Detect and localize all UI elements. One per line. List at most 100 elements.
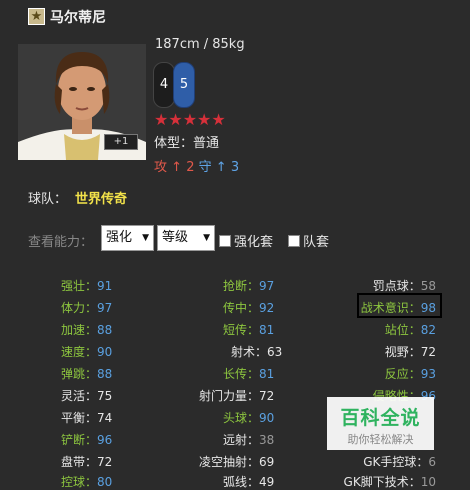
stat-value: 72 [420,345,436,359]
stat-volley: 凌空抽射：69 [199,453,274,470]
checkbox-icon[interactable] [288,235,300,247]
stat-label: 强壮： [61,279,98,293]
stat-label: GK脚下技术： [343,475,421,489]
stat-standing-tackle: 抢断：97 [223,277,274,294]
stat-value: 63 [267,345,283,359]
checkbox-icon[interactable] [219,235,231,247]
highlight-box [357,293,442,318]
stat-value: 75 [97,389,113,403]
stat-label: 站位： [384,323,421,337]
stat-value: 93 [420,367,436,381]
stat-value: 80 [97,475,113,489]
stat-label: 罚点球： [372,279,421,293]
stat-long-shot: 远射：38 [223,431,274,448]
stat-value: 72 [259,389,275,403]
stat-stamina: 体力：97 [61,299,112,316]
stat-agility: 灵活：75 [61,387,112,404]
stat-value: 82 [420,323,436,337]
stat-label: 视野： [384,345,421,359]
stat-value: 97 [97,301,113,315]
stat-label: 射门力量： [199,389,260,403]
up-arrow-icon: ↑ [215,160,227,175]
team-set-label: 队套 [303,235,330,250]
dropdown-arrow-icon: ▼ [203,233,210,243]
stat-value: 91 [97,279,113,293]
stat-jumping: 弹跳：88 [61,365,112,382]
body-type: 体型：普通 [154,136,220,151]
stat-penalty: 罚点球：58 [373,277,436,294]
stat-label: 抢断： [223,279,260,293]
ability-label: 查看能力： [28,235,94,250]
stat-ball-control: 控球：80 [61,473,112,490]
level-select[interactable]: 等级 ▼ [157,225,215,251]
stat-strength: 强壮：91 [61,277,112,294]
stat-vision: 视野：72 [385,343,436,360]
card-plus-badge: +1 [104,134,138,150]
stat-finishing: 射术：63 [231,343,282,360]
stat-label: GK手控球： [363,455,429,469]
stat-value: 69 [259,455,275,469]
work-rate: 攻 ↑ 2 守 ↑ 3 [154,156,239,175]
team-set-checkbox[interactable]: 队套 [288,231,329,250]
stat-positioning: 站位：82 [385,321,436,338]
stat-heading: 头球：90 [223,409,274,426]
stat-label: 铲断： [61,433,98,447]
enhance-set-checkbox[interactable]: 强化套 [219,231,273,250]
stat-label: 体力： [61,301,98,315]
stat-shot-power: 射门力量：72 [199,387,274,404]
stat-value: 81 [259,367,275,381]
stat-label: 远射： [223,433,260,447]
stat-label: 速度： [61,345,98,359]
stat-label: 平衡： [61,411,98,425]
stat-reactions: 反应：93 [385,365,436,382]
watermark-title: 百科全说 [340,407,421,429]
stat-value: 88 [97,323,113,337]
stat-value: 97 [259,279,275,293]
stat-dribbling: 盘带：72 [61,453,112,470]
attack-value: 2 [186,160,195,175]
defense-label: 守 [198,160,212,175]
stat-value: 58 [420,279,436,293]
stat-value: 74 [97,411,113,425]
stat-value: 6 [428,455,436,469]
stat-sliding-tackle: 铲断：96 [61,431,112,448]
team-label: 球队： [28,192,68,207]
stat-value: 90 [259,411,275,425]
stat-gk-kicking: GK脚下技术：10 [344,473,436,490]
stat-value: 72 [97,455,113,469]
star-icon: ★ [28,8,45,25]
stat-label: 凌空抽射： [199,455,260,469]
player-name: 马尔蒂尼 [50,10,106,26]
watermark: 百科全说 助你轻松解决 [327,397,434,450]
stat-label: 弹跳： [61,367,98,381]
enhance-set-label: 强化套 [234,235,274,250]
stat-label: 短传： [223,323,260,337]
stat-long-pass: 长传：81 [223,365,274,382]
weak-foot-left: 4 [153,62,175,108]
stat-label: 头球： [223,411,260,425]
stat-value: 49 [259,475,275,489]
stat-crossing: 传中：92 [223,299,274,316]
stat-balance: 平衡：74 [61,409,112,426]
stat-label: 反应： [384,367,421,381]
dropdown-arrow-icon: ▼ [142,233,149,243]
team-name[interactable]: 世界传奇 [75,188,127,207]
stat-label: 盘带： [61,455,98,469]
stat-label: 长传： [223,367,260,381]
enhance-select[interactable]: 强化 ▼ [101,225,154,251]
stat-value: 92 [259,301,275,315]
height-weight: 187cm / 85kg [155,37,245,52]
level-select-value: 等级 [162,230,189,245]
stat-value: 90 [97,345,113,359]
star-rating: ★★★★★ [154,110,226,129]
stat-label: 灵活： [61,389,98,403]
defense-value: 3 [230,160,240,175]
stat-value: 88 [97,367,113,381]
stat-curve: 弧线：49 [223,473,274,490]
enhance-select-value: 强化 [106,230,133,245]
stat-value: 38 [259,433,275,447]
stat-value: 96 [97,433,113,447]
stat-label: 加速： [61,323,98,337]
attack-label: 攻 [154,160,168,175]
stat-value: 10 [420,475,436,489]
